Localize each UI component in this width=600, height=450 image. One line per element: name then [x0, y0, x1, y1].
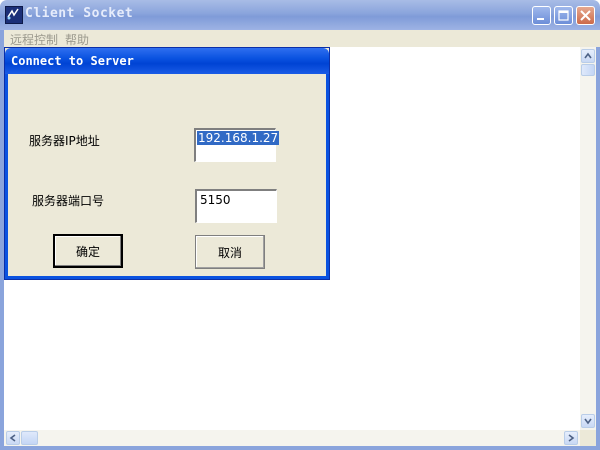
minimize-icon: [537, 18, 544, 20]
close-icon: [580, 10, 591, 21]
menu-bar: 远程控制 帮助: [0, 30, 600, 47]
port-field[interactable]: 5150: [195, 189, 277, 223]
window-title-bar[interactable]: Client Socket: [0, 0, 600, 30]
scroll-up-button[interactable]: [581, 49, 595, 63]
vertical-scroll-thumb[interactable]: [581, 64, 595, 76]
maximize-button[interactable]: [554, 6, 573, 25]
cancel-button[interactable]: 取消: [195, 235, 265, 269]
horizontal-scroll-thumb[interactable]: [21, 431, 38, 445]
ok-button[interactable]: 确定: [53, 234, 123, 268]
menu-help[interactable]: 帮助: [65, 31, 89, 48]
chevron-up-icon: [584, 52, 592, 59]
window-border-right: [596, 47, 600, 450]
close-button[interactable]: [576, 6, 595, 25]
chevron-right-icon: [568, 434, 575, 442]
window-border-bottom: [0, 446, 600, 450]
vertical-scrollbar[interactable]: [580, 47, 596, 430]
ip-address-field[interactable]: 192.168.1.27: [194, 128, 280, 162]
dialog-title-bar[interactable]: Connect to Server: [5, 48, 329, 74]
chevron-down-icon: [584, 418, 592, 425]
app-icon[interactable]: [5, 6, 23, 24]
maximize-icon: [558, 10, 569, 21]
scroll-down-button[interactable]: [581, 414, 595, 428]
dialog-title: Connect to Server: [11, 54, 134, 68]
minimize-button[interactable]: [532, 6, 551, 25]
scrollbar-corner: [580, 430, 596, 446]
port-label: 服务器端口号: [32, 194, 105, 208]
scroll-right-button[interactable]: [564, 431, 578, 445]
main-window: Client Socket 远程控制 帮助 Connect to Server …: [0, 0, 600, 450]
menu-remote-control[interactable]: 远程控制: [10, 31, 58, 48]
connect-dialog: Connect to Server 服务器IP地址 192.168.1.27 服…: [4, 47, 330, 280]
scroll-left-button[interactable]: [6, 431, 20, 445]
horizontal-scrollbar[interactable]: [4, 430, 580, 446]
window-title: Client Socket: [25, 6, 134, 21]
ip-address-value: 192.168.1.27: [197, 131, 280, 145]
port-value: 5150: [200, 193, 231, 207]
ip-address-label: 服务器IP地址: [29, 134, 100, 148]
chevron-left-icon: [9, 434, 16, 442]
